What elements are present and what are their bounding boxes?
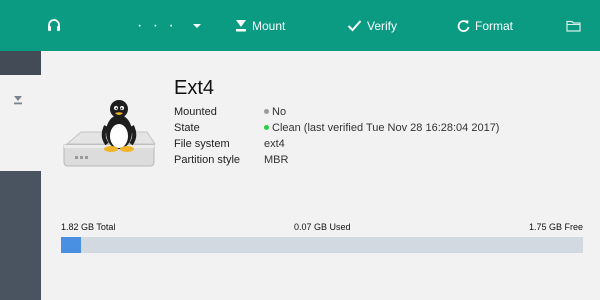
headset-icon bbox=[48, 18, 60, 31]
disk-usage: 1.82 GB Total 0.07 GB Used 1.75 GB Free bbox=[61, 222, 583, 253]
more-dots: · · · bbox=[137, 16, 177, 34]
partition-style-value: MBR bbox=[264, 154, 289, 166]
mounted-value: No bbox=[272, 106, 287, 118]
used-size-label: 0.07 GB Used bbox=[294, 222, 351, 232]
format-button[interactable]: Format bbox=[457, 0, 513, 51]
partition-title: Ext4 bbox=[174, 77, 215, 99]
partition-details: Ext4 Mounted No State Clean (last verifi… bbox=[41, 51, 600, 300]
mount-label: Mount bbox=[252, 18, 286, 33]
toolbar: · · · Mount Verify Format bbox=[0, 0, 600, 51]
linux-drive-icon bbox=[63, 100, 156, 167]
file-system-value: ext4 bbox=[264, 138, 285, 150]
open-folder-button[interactable] bbox=[566, 0, 581, 51]
free-size-label: 1.75 GB Free bbox=[528, 222, 583, 232]
chevron-down-icon bbox=[192, 23, 201, 28]
refresh-icon bbox=[457, 19, 470, 32]
usage-labels: 1.82 GB Total 0.07 GB Used 1.75 GB Free bbox=[61, 222, 583, 236]
property-label: File system bbox=[174, 138, 230, 150]
sidebar-header bbox=[0, 51, 41, 75]
total-size-label: 1.82 GB Total bbox=[61, 222, 116, 232]
status-dot bbox=[264, 108, 269, 114]
folder-icon bbox=[566, 20, 581, 32]
property-value: No bbox=[264, 104, 286, 120]
sidebar-item-partition[interactable] bbox=[0, 75, 41, 171]
state-value: Clean (last verified Tue Nov 28 16:28:04… bbox=[272, 122, 500, 134]
status-dot bbox=[264, 124, 269, 130]
usage-bar-fill bbox=[61, 237, 82, 253]
property-label: State bbox=[174, 122, 200, 134]
checkmark-icon bbox=[347, 20, 362, 32]
mount-icon bbox=[236, 19, 246, 31]
mount-button[interactable]: Mount bbox=[235, 0, 285, 51]
sidebar bbox=[0, 51, 41, 300]
verify-label: Verify bbox=[367, 18, 398, 33]
verify-button[interactable]: Verify bbox=[347, 0, 397, 51]
support-button[interactable] bbox=[46, 0, 62, 51]
property-value: Clean (last verified Tue Nov 28 16:28:04… bbox=[264, 120, 499, 136]
usage-bar bbox=[61, 237, 583, 253]
format-label: Format bbox=[475, 18, 514, 33]
mount-icon bbox=[14, 96, 22, 105]
property-label: Mounted bbox=[174, 106, 217, 118]
more-options-button[interactable]: · · · bbox=[137, 0, 202, 51]
property-label: Partition style bbox=[174, 154, 241, 166]
